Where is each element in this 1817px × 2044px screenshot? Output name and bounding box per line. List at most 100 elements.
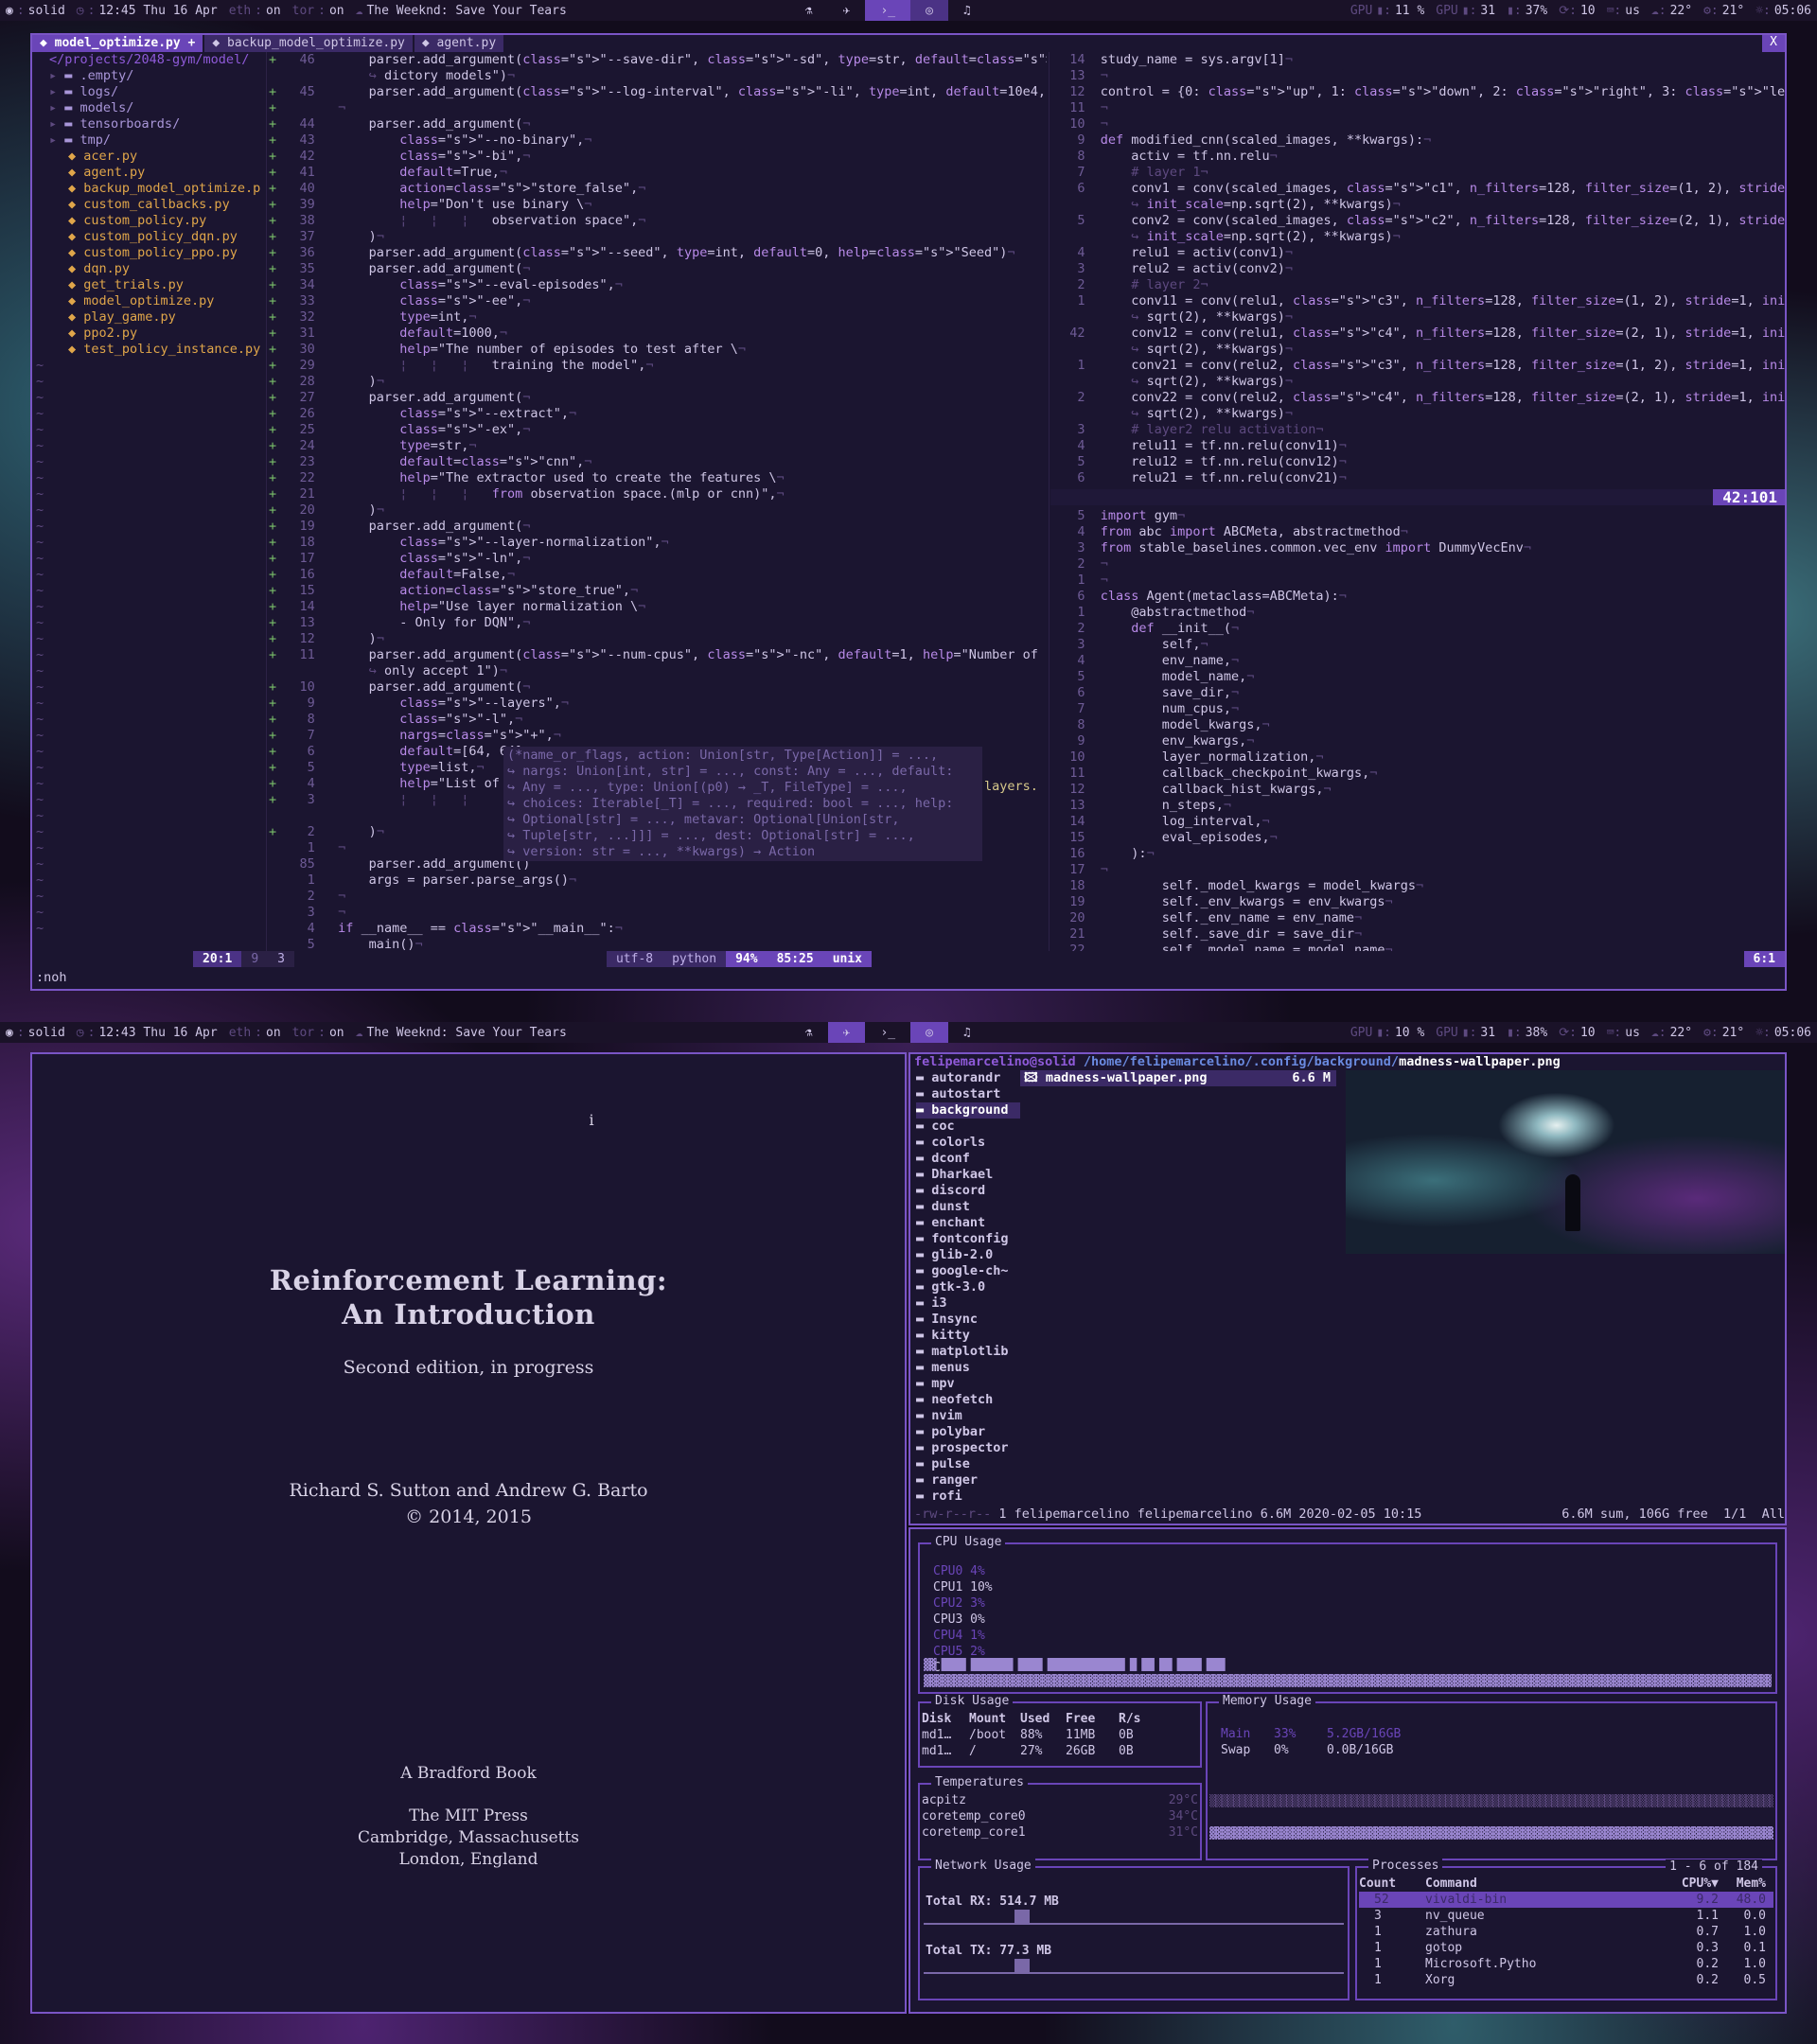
ranger-selected-file[interactable]: 🖾 madness-wallpaper.png 6.6 M (1020, 1070, 1336, 1086)
code-line: 6 save_dir,¬ (1054, 685, 1240, 700)
ranger-dir[interactable]: ▬ autorandr (916, 1070, 1020, 1086)
tree-dir[interactable]: ▸ ▬ tensorboards/ (36, 116, 266, 132)
code-line: 5 import gym¬ (1054, 508, 1186, 523)
battery-value: 37% (1525, 3, 1548, 18)
tree-file[interactable]: ◆ dqn.py (36, 261, 266, 277)
folder-icon: ▬ (916, 1167, 932, 1182)
ranger-dir[interactable]: ▬ glib-2.0 (916, 1247, 1020, 1263)
ranger-dir[interactable]: ▬ enchant (916, 1215, 1020, 1231)
now-playing[interactable]: The Weeknd: Save Your Tears (366, 4, 566, 18)
code-line: + 21 ¦ ¦ ¦ from observation space.(mlp o… (269, 486, 785, 502)
code-line: 2 def __init__(¬ (1054, 621, 1240, 636)
process-table[interactable]: Count Command CPU%▼ Mem% 52 vivaldi-bin 9.2 48.… (1359, 1876, 1773, 1988)
workspace-flask-icon[interactable]: ⚗ (790, 0, 828, 21)
ranger-dir[interactable]: ▬ discord (916, 1183, 1020, 1199)
ranger-file-manager[interactable]: felipemarcelino@solid /home/felipemarcel… (908, 1052, 1787, 1525)
python-file-icon: ◆ (68, 326, 84, 341)
tree-file[interactable]: ◆ play_game.py (36, 309, 266, 326)
ranger-dir[interactable]: ▬ prospector (916, 1440, 1020, 1456)
ranger-dir-list[interactable]: ▬ autorandr ▬ autostart ▬ background ▬ coc ▬… (916, 1070, 1020, 1505)
process-count: 1 - 6 of 184 (1666, 1859, 1762, 1874)
ranger-dir[interactable]: ▬ Insync (916, 1312, 1020, 1328)
workspace-telegram-icon[interactable]: ✈ (828, 0, 866, 21)
ranger-dir[interactable]: ▬ colorls (916, 1135, 1020, 1151)
command-line[interactable]: :noh (32, 970, 67, 985)
nvim-window[interactable]: ◆ model_optimize.py + ◆ backup_model_opt… (30, 33, 1787, 991)
ranger-dir[interactable]: ▬ neofetch (916, 1392, 1020, 1408)
ranger-dir[interactable]: ▬ dunst (916, 1199, 1020, 1215)
process-row[interactable]: 52 vivaldi-bin 9.2 48.0 (1359, 1892, 1773, 1908)
folder-icon: ▬ (916, 1215, 932, 1230)
tab-agent[interactable]: ◆ agent.py (414, 35, 504, 52)
ranger-dir[interactable]: ▬ i3 (916, 1295, 1020, 1312)
ranger-dir[interactable]: ▬ mpv (916, 1376, 1020, 1392)
tree-file[interactable]: ◆ ppo2.py (36, 326, 266, 342)
tab-backup-model-optimize[interactable]: ◆ backup_model_optimize.py (204, 35, 413, 52)
process-row[interactable]: 1 Microsoft.Pytho 0.2 1.0 (1359, 1956, 1773, 1972)
temperature-row: coretemp_core0 34°C (922, 1808, 1198, 1824)
ranger-dir[interactable]: ▬ rofi (916, 1489, 1020, 1505)
workspace-terminal-icon[interactable]: ›_ (865, 1022, 910, 1043)
ranger-dir[interactable]: ▬ menus (916, 1360, 1020, 1376)
process-row[interactable]: 3 nv_queue 1.1 0.0 (1359, 1908, 1773, 1924)
disk-cell: 88% (1020, 1728, 1043, 1742)
tree-root[interactable]: </projects/2048-gym/model/ (36, 52, 266, 68)
ranger-dir[interactable]: ▬ background (916, 1102, 1020, 1119)
ranger-dir[interactable]: ▬ Dharkael (916, 1167, 1020, 1183)
ranger-dir[interactable]: ▬ polybar (916, 1424, 1020, 1440)
tree-dir-label: logs/ (79, 84, 119, 99)
tree-dir[interactable]: ▸ ▬ tmp/ (36, 132, 266, 149)
ranger-dir[interactable]: ▬ dconf (916, 1151, 1020, 1167)
wallpaper-preview-image (1346, 1070, 1785, 1254)
ranger-dir[interactable]: ▬ nvim (916, 1408, 1020, 1424)
workspace-browser-icon[interactable]: ◎ (910, 1022, 948, 1043)
tree-file[interactable]: ◆ custom_callbacks.py (36, 197, 266, 213)
ranger-dir[interactable]: ▬ autostart (916, 1086, 1020, 1102)
tab-model-optimize[interactable]: ◆ model_optimize.py + (32, 35, 203, 52)
process-row[interactable]: 1 zathura 0.7 1.0 (1359, 1924, 1773, 1940)
workspace-browser-icon[interactable]: ◎ (910, 0, 948, 21)
popup-line: ↪ version: str = ..., **kwargs) → Action (507, 844, 816, 859)
temperature-list: acpitz 29°C coretemp_core0 34°C coretemp_cor… (922, 1792, 1198, 1841)
gotop-monitor[interactable]: CPU Usage CPU0 4% CPU1 10% CPU2 3% CPU3 0% C… (908, 1527, 1787, 2014)
ranger-dir[interactable]: ▬ google-ch~ (916, 1263, 1020, 1279)
tree-dir[interactable]: ▸ ▬ logs/ (36, 84, 266, 100)
ranger-dir[interactable]: ▬ matplotlib (916, 1344, 1020, 1360)
pdf-viewer[interactable]: i Reinforcement Learning: An Introductio… (30, 1052, 907, 2014)
now-playing[interactable]: The Weeknd: Save Your Tears (366, 1026, 566, 1040)
tree-file[interactable]: ◆ custom_policy_dqn.py (36, 229, 266, 245)
code-pane-right-bottom[interactable]: 5 import gym¬ 4 from abc import ABCMeta,… (1054, 508, 1785, 959)
workspace-music-icon[interactable]: ♫ (948, 1022, 986, 1043)
workspace-terminal-icon[interactable]: ›_ (865, 0, 911, 21)
file-tree[interactable]: </projects/2048-gym/model/ ▸ ▬ .empty/▸ … (32, 52, 267, 966)
tree-file[interactable]: ◆ acer.py (36, 149, 266, 165)
close-tab-button[interactable]: X (1762, 35, 1785, 52)
workspace-music-icon[interactable]: ♫ (948, 0, 986, 21)
code-pane-right-top[interactable]: 14 study_name = sys.argv[1]¬ 13 ¬ 12 con… (1054, 52, 1785, 486)
ranger-dir[interactable]: ▬ ranger (916, 1472, 1020, 1489)
tree-dir[interactable]: ▸ ▬ .empty/ (36, 68, 266, 84)
ranger-dir[interactable]: ▬ pulse (916, 1456, 1020, 1472)
tree-file[interactable]: ◆ custom_policy_ppo.py (36, 245, 266, 261)
tree-file[interactable]: ◆ custom_policy.py (36, 213, 266, 229)
process-row[interactable]: 1 gotop 0.3 0.1 (1359, 1940, 1773, 1956)
ranger-dir[interactable]: ▬ coc (916, 1119, 1020, 1135)
disk-cell: 0B (1119, 1728, 1134, 1742)
workspace-telegram-icon[interactable]: ✈ (827, 1022, 866, 1043)
tree-dir[interactable]: ▸ ▬ models/ (36, 100, 266, 116)
process-row[interactable]: 1 Xorg 0.2 0.5 (1359, 1972, 1773, 1988)
tree-file[interactable]: ◆ agent.py (36, 165, 266, 181)
ranger-dir[interactable]: ▬ gtk-3.0 (916, 1279, 1020, 1295)
processes-panel[interactable]: Processes 1 - 6 of 184 Count Command CPU%▼… (1355, 1859, 1777, 2000)
tree-file[interactable]: ◆ model_optimize.py (36, 293, 266, 309)
tab-label: agent.py (436, 36, 497, 50)
workspace-flask-icon[interactable]: ⚗ (790, 1022, 828, 1043)
tree-file[interactable]: ◆ backup_model_optimize.p (36, 181, 266, 197)
code-line: + 40 action=class="s">"store_false",¬ (269, 181, 646, 196)
ranger-dir[interactable]: ▬ fontconfig (916, 1231, 1020, 1247)
empty-line: ~ (36, 647, 44, 662)
tree-file[interactable]: ◆ get_trials.py (36, 277, 266, 293)
tree-file[interactable]: ◆ test_policy_instance.py (36, 342, 266, 358)
ranger-dir[interactable]: ▬ kitty (916, 1328, 1020, 1344)
cpu-temp-value: 21° (1721, 1025, 1745, 1040)
